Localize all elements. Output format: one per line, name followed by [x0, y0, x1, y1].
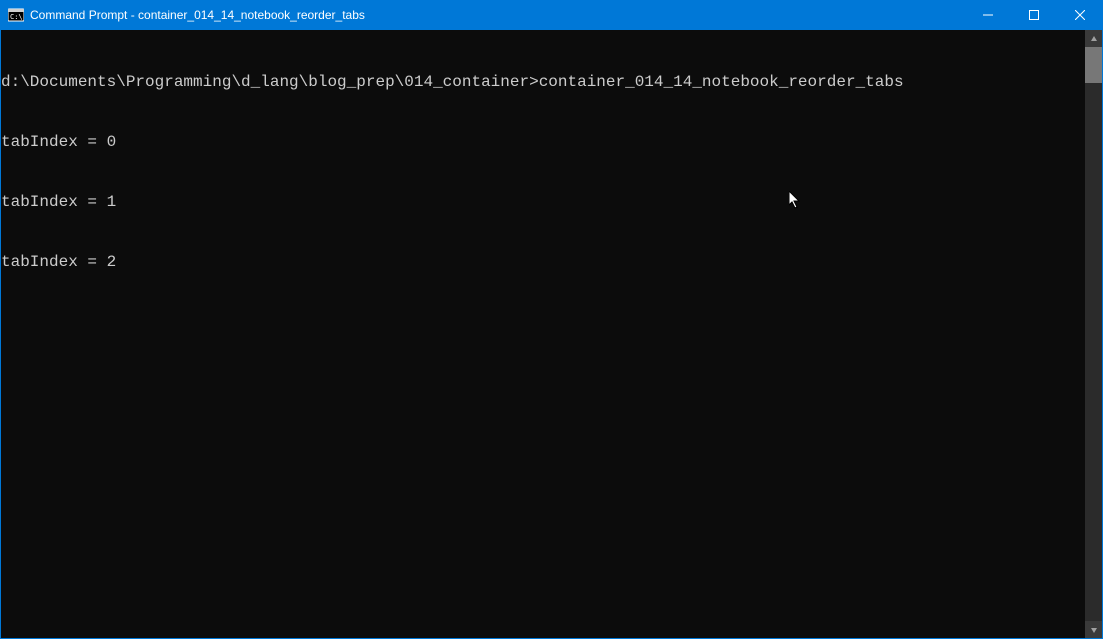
client-area: d:\Documents\Programming\d_lang\blog_pre…	[0, 30, 1103, 639]
window-controls	[965, 0, 1103, 30]
minimize-button[interactable]	[965, 0, 1011, 30]
terminal-output[interactable]: d:\Documents\Programming\d_lang\blog_pre…	[1, 30, 1085, 638]
cmd-icon: C:\	[8, 7, 24, 23]
close-button[interactable]	[1057, 0, 1103, 30]
scroll-down-button[interactable]	[1085, 621, 1102, 638]
terminal-wrapper: d:\Documents\Programming\d_lang\blog_pre…	[1, 30, 1102, 638]
svg-text:C:\: C:\	[10, 13, 23, 21]
scroll-thumb[interactable]	[1085, 47, 1102, 83]
terminal-line: d:\Documents\Programming\d_lang\blog_pre…	[1, 72, 1085, 92]
terminal-line: tabIndex = 0	[1, 132, 1085, 152]
titlebar[interactable]: C:\ Command Prompt - container_014_14_no…	[0, 0, 1103, 30]
terminal-line: tabIndex = 2	[1, 252, 1085, 272]
app-window: C:\ Command Prompt - container_014_14_no…	[0, 0, 1103, 639]
vertical-scrollbar[interactable]	[1085, 30, 1102, 638]
terminal-line: tabIndex = 1	[1, 192, 1085, 212]
scroll-track[interactable]	[1085, 47, 1102, 621]
maximize-button[interactable]	[1011, 0, 1057, 30]
window-title: Command Prompt - container_014_14_notebo…	[30, 8, 365, 22]
scroll-up-button[interactable]	[1085, 30, 1102, 47]
